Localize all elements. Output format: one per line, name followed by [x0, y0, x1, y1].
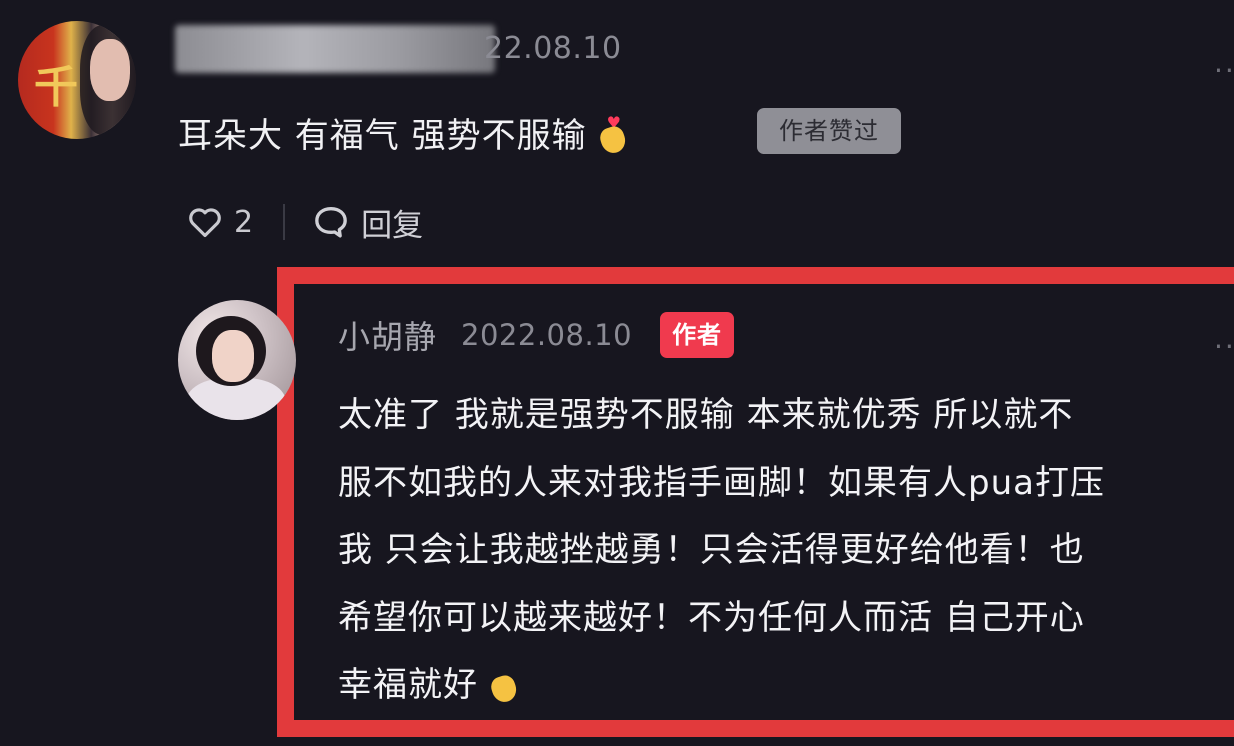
author-liked-badge: 作者赞过: [757, 108, 901, 154]
blurred-username: [175, 25, 495, 73]
avatar-image-detail: [90, 39, 130, 101]
author-name[interactable]: 小胡静: [338, 312, 437, 358]
author-badge: 作者: [660, 312, 735, 358]
chat-bubble-icon[interactable]: [311, 202, 351, 242]
reply-line-last: 幸福就好♥: [338, 652, 1234, 720]
comment-date: 22.08.10: [484, 31, 622, 66]
reply-line: 幸福就好: [338, 665, 478, 705]
reply-header: 小胡静 2022.08.10 作者: [338, 310, 735, 360]
commenter-avatar[interactable]: 千: [18, 21, 136, 139]
more-dots-icon[interactable]: ..: [1214, 322, 1234, 355]
reply-line: 希望你可以越来越好！不为任何人而活 自己开心: [338, 597, 1085, 638]
avatar-image-detail: 千: [34, 62, 78, 113]
comment-text-body: 耳朵大 有福气 强势不服输: [178, 116, 587, 156]
finger-heart-emoji-icon: ♥: [488, 664, 520, 706]
author-avatar[interactable]: [178, 300, 296, 420]
reply-text: 太准了 我就是强势不服输 本来就优秀 所以就不 服不如我的人来对我指手画脚！如果…: [338, 382, 1234, 720]
heart-outline-icon[interactable]: [186, 203, 224, 241]
reply-line: 服不如我的人来对我指手画脚！如果有人pua打压: [338, 462, 1105, 503]
finger-heart-emoji-icon: ♥: [597, 113, 629, 157]
reply-date: 2022.08.10: [461, 318, 633, 352]
reply-button[interactable]: 回复: [361, 200, 423, 245]
comment-text: 耳朵大 有福气 强势不服输 ♥: [178, 108, 629, 157]
more-dots-icon[interactable]: ..: [1214, 46, 1234, 79]
like-count: 2: [234, 204, 254, 240]
avatar-image-detail: [212, 330, 254, 382]
reply-line: 太准了 我就是强势不服输 本来就优秀 所以就不: [338, 395, 1074, 435]
reply-line: 我 只会让我越挫越勇！只会活得更好给他看！也: [338, 530, 1085, 570]
action-divider: [283, 204, 286, 240]
comment-actions: 2 回复: [186, 197, 423, 247]
